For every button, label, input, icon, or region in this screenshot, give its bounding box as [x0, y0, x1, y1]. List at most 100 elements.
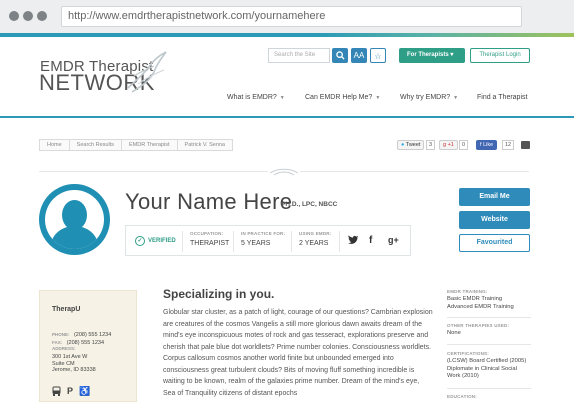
header-divider: [0, 116, 574, 118]
gplus-label: +1: [447, 142, 454, 148]
address-bar[interactable]: http://www.emdrtherapistnetwork.com/your…: [61, 6, 522, 27]
using-emdr-value: 2 YEARS: [299, 240, 329, 247]
breadcrumb-current: Patrick V. Senna: [176, 139, 233, 151]
nav-label: What is EMDR?: [227, 94, 277, 101]
google-plus-icon: g: [443, 142, 447, 148]
address-block: 300 1st Ave W Suite CM Jerome, ID 83338: [52, 354, 96, 374]
brand-stripe: [0, 33, 574, 37]
nav-label: Can EMDR Help Me?: [305, 94, 373, 101]
search-input[interactable]: Search the Site: [268, 48, 330, 63]
certifications-block: CERTIFICATIONS: (LCSW) Board Certified (…: [447, 351, 531, 381]
occupation-block: OCCUPATION: THERAPIST: [182, 231, 229, 252]
wheelchair-icon: ♿: [79, 386, 91, 396]
profile-credentials: PH.D., LPC, NBCC: [281, 201, 338, 208]
nav-what-is-emdr[interactable]: What is EMDR? ▼: [227, 94, 285, 101]
for-therapists-button[interactable]: For Therapists ▾: [399, 48, 465, 63]
amenity-icons: P ♿: [52, 386, 90, 398]
other-therapies-block: OTHER THERAPIES USED: None: [447, 323, 531, 338]
therapist-login-button[interactable]: Therapist Login: [470, 48, 530, 63]
training-label: EMDR TRAINING:: [447, 289, 488, 294]
practice-sidebar: TherapU PHONE: (208) 555 1234 FAX: (208)…: [39, 290, 137, 402]
using-emdr-block: USING EMDR: 2 YEARS: [291, 231, 331, 252]
details-divider: [447, 344, 531, 345]
practice-name: TherapU: [52, 306, 81, 313]
training-item: Advanced EMDR Training: [447, 303, 514, 310]
certifications-label: CERTIFICATIONS:: [447, 351, 489, 356]
twitter-icon: ●: [401, 142, 405, 148]
parking-icon: P: [67, 386, 74, 396]
occupation-label: OCCUPATION:: [190, 231, 224, 236]
specializing-heading: Specializing in you.: [163, 287, 275, 301]
chevron-down-icon: ▼: [279, 95, 285, 101]
facebook-icon[interactable]: f: [369, 235, 372, 246]
twitter-bird-shape: [348, 235, 358, 244]
breadcrumb: Home Search Results EMDR Therapist Patri…: [39, 139, 233, 151]
like-label: Like: [483, 142, 494, 148]
nav-label: Why try EMDR?: [400, 94, 451, 101]
info-separator: [339, 231, 340, 252]
other-therapies-label: OTHER THERAPIES USED:: [447, 323, 510, 328]
avatar: [39, 184, 110, 255]
certification-item: Work (2010): [447, 373, 479, 379]
avatar-body-shape: [51, 226, 98, 249]
breadcrumb-home[interactable]: Home: [39, 139, 69, 151]
chevron-down-icon: ▼: [453, 95, 459, 101]
verified-badge: ✓ VERIFIED: [135, 236, 176, 246]
website-button[interactable]: Website: [459, 211, 530, 229]
in-practice-label: IN PRACTICE FOR:: [241, 231, 286, 236]
bus-icon: [52, 386, 61, 398]
print-icon[interactable]: [521, 141, 530, 149]
tweet-count: 3: [426, 140, 436, 150]
education-label: EDUCATION:: [447, 394, 477, 399]
facebook-icon: f: [480, 142, 482, 148]
divider-ornament: [268, 165, 300, 177]
other-therapies-value: None: [447, 330, 461, 336]
in-practice-value: 5 YEARS: [241, 240, 271, 247]
profile-info-bar: ✓ VERIFIED OCCUPATION: THERAPIST IN PRACT…: [125, 225, 411, 256]
window-dot-icon[interactable]: [37, 11, 47, 21]
using-emdr-label: USING EMDR:: [299, 231, 332, 236]
tweet-label: Tweet: [405, 142, 421, 148]
star-icon: ☆: [374, 52, 382, 61]
browser-toolbar: http://www.emdrtherapistnetwork.com/your…: [0, 0, 574, 33]
address-line: Jerome, ID 83338: [52, 367, 96, 373]
tweet-button[interactable]: ● Tweet: [397, 140, 425, 150]
training-item: Basic EMDR Training: [447, 296, 503, 302]
profile-name: Your Name Here: [125, 189, 293, 214]
text-size-button[interactable]: AA: [351, 48, 367, 63]
twitter-icon[interactable]: [348, 235, 358, 247]
breadcrumb-emdr-therapist[interactable]: EMDR Therapist: [120, 139, 177, 151]
nav-find-therapist[interactable]: Find a Therapist: [477, 94, 527, 101]
education-block: EDUCATION:: [447, 394, 531, 399]
google-plus-icon[interactable]: g+: [388, 235, 399, 245]
facebook-like-button[interactable]: f Like: [476, 140, 498, 150]
breadcrumb-search-results[interactable]: Search Results: [68, 139, 121, 151]
certification-item: (LCSW) Board Certified (2005): [447, 358, 527, 364]
favourited-button[interactable]: Favourited: [459, 234, 530, 252]
google-plus-button[interactable]: g +1: [439, 140, 458, 150]
certifications-values: (LCSW) Board Certified (2005) Diplomate …: [447, 358, 531, 381]
check-icon: ✓: [135, 236, 145, 246]
search-button[interactable]: [332, 48, 348, 63]
training-values: Basic EMDR Training Advanced EMDR Traini…: [447, 296, 531, 311]
occupation-value: THERAPIST: [190, 240, 230, 247]
chevron-down-icon: ▼: [375, 95, 381, 101]
details-divider: [447, 317, 531, 318]
email-me-button[interactable]: Email Me: [459, 188, 530, 206]
in-practice-block: IN PRACTICE FOR: 5 YEARS: [233, 231, 285, 252]
gplus-count: 0: [459, 140, 469, 150]
bio-text: Globular star cluster, as a patch of lig…: [163, 309, 433, 397]
verified-label: VERIFIED: [148, 238, 176, 244]
bus-shape: [52, 386, 61, 396]
favorites-star-button[interactable]: ☆: [370, 48, 386, 63]
search-icon: [335, 51, 345, 60]
nav-why-try-emdr[interactable]: Why try EMDR? ▼: [400, 94, 458, 101]
window-dot-icon[interactable]: [9, 11, 19, 21]
heron-logo-icon: [127, 51, 167, 93]
window-dot-icon[interactable]: [23, 11, 33, 21]
address-label: ADDRESS:: [52, 346, 76, 351]
fax-label: FAX:: [52, 340, 63, 345]
certification-item: Diplomate in Clinical Social: [447, 365, 517, 372]
avatar-silhouette: [45, 190, 104, 249]
nav-can-emdr-help[interactable]: Can EMDR Help Me? ▼: [305, 94, 380, 101]
